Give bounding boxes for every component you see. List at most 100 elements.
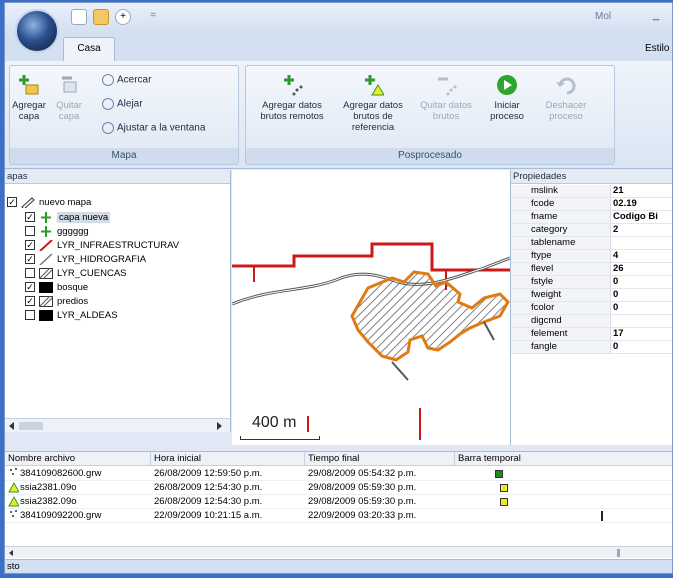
property-row[interactable]: fname Codigo Bi <box>511 211 672 224</box>
property-row[interactable]: felement 17 <box>511 328 672 341</box>
cell-end: 29/08/2009 05:54:32 p.m. <box>308 468 417 479</box>
properties-panel-header: Propiedades <box>511 170 672 184</box>
temporal-bar-mark <box>495 470 503 478</box>
table-row[interactable]: ssia2381.09o 26/08/2009 12:54:30 p.m. 29/0… <box>5 481 672 495</box>
hatch-symbol-icon <box>38 267 54 280</box>
zoom-out-button[interactable]: Alejar <box>102 98 143 110</box>
fill-black-symbol-icon <box>39 281 53 293</box>
layer-checkbox[interactable]: ✓ <box>25 240 35 251</box>
property-value: 02.19 <box>613 198 637 209</box>
property-row[interactable]: fcolor 0 <box>511 302 672 315</box>
group-label-mapa: Mapa <box>10 148 238 164</box>
ribbon: Agregar capa Quitar capa Acercar Alejar … <box>5 61 672 169</box>
property-row[interactable]: fcode 02.19 <box>511 198 672 211</box>
property-value: 21 <box>613 185 624 196</box>
property-row[interactable]: category 2 <box>511 224 672 237</box>
property-value: 0 <box>613 302 619 313</box>
layer-item[interactable]: ✓ LYR_HIDROGRAFIA <box>25 253 146 266</box>
minimize-button[interactable]: _ <box>653 9 659 21</box>
application-menu-button[interactable] <box>15 9 59 53</box>
zoom-in-button[interactable]: Acercar <box>102 74 151 86</box>
table-row[interactable]: 384109092200.grw 22/09/2009 10:21:15 a.m.… <box>5 509 672 523</box>
property-row[interactable]: flevel 26 <box>511 263 672 276</box>
property-key: category <box>511 224 611 236</box>
road-polyline <box>232 242 510 272</box>
cross-green-symbol-icon <box>39 225 53 237</box>
property-key: fweight <box>511 289 611 301</box>
layer-checkbox[interactable]: ✓ <box>25 282 35 293</box>
cell-name: ssia2382.09o <box>20 496 77 507</box>
layer-item[interactable]: gggggg <box>25 225 89 238</box>
property-row[interactable]: fangle 0 <box>511 341 672 354</box>
layer-checkbox[interactable]: ✓ <box>25 254 35 265</box>
property-row[interactable]: ftype 4 <box>511 250 672 263</box>
style-menu[interactable]: Estilo <box>645 43 669 54</box>
layer-item[interactable]: ✓ bosque <box>25 281 88 294</box>
layer-item[interactable]: LYR_CUENCAS <box>25 267 127 280</box>
quick-access-dropdown[interactable]: = <box>145 9 161 25</box>
properties-panel: Propiedades mslink 21 fcode 02.19 fname Codig… <box>510 170 672 445</box>
property-row[interactable]: tablename <box>511 237 672 250</box>
title-bar: + = Mol _ <box>5 3 672 33</box>
layer-label: bosque <box>57 282 89 293</box>
property-key: fstyle <box>511 276 611 288</box>
zoom-icon[interactable]: + <box>115 9 131 25</box>
layer-checkbox[interactable] <box>25 310 35 321</box>
raw-data-table: Nombre archivo Hora inicial Tiempo final… <box>5 451 672 561</box>
start-process-button[interactable]: Iniciar proceso <box>482 74 532 122</box>
property-value: 0 <box>613 289 619 300</box>
layer-item[interactable]: ✓ predios <box>25 295 88 308</box>
property-row[interactable]: fweight 0 <box>511 289 672 302</box>
map-pencil-icon <box>21 197 35 210</box>
add-remote-data-button[interactable]: Agregar datos brutos remotos <box>252 74 332 122</box>
cell-name: 384109082600.grw <box>20 468 102 479</box>
layer-item[interactable]: ✓ LYR_INFRAESTRUCTURAV <box>25 239 179 252</box>
table-horizontal-scrollbar[interactable] <box>5 546 672 558</box>
property-key: fcode <box>511 198 611 210</box>
layer-label: LYR_CUENCAS <box>57 268 127 279</box>
column-header-barra-temporal[interactable]: Barra temporal <box>455 452 672 466</box>
cell-name: 384109092200.grw <box>20 510 102 521</box>
property-key: ftype <box>511 250 611 262</box>
layer-root[interactable]: ✓ nuevo mapa <box>7 196 91 210</box>
add-reference-data-button[interactable]: Agregar datos brutos de referencia <box>340 74 406 133</box>
property-key: fname <box>511 211 611 223</box>
layers-panel: apas ✓ nuevo mapa ✓ capa nueva gggggg ✓ LYR_I… <box>5 170 231 432</box>
property-row[interactable]: fstyle 0 <box>511 276 672 289</box>
property-key: felement <box>511 328 611 340</box>
add-remote-icon <box>281 74 303 96</box>
layer-checkbox[interactable] <box>25 226 35 237</box>
fit-window-button[interactable]: Ajustar a la ventana <box>102 122 205 134</box>
open-folder-icon[interactable] <box>93 9 109 25</box>
tab-casa[interactable]: Casa <box>63 37 115 61</box>
column-header-nombre[interactable]: Nombre archivo <box>5 452 151 466</box>
table-row[interactable]: ssia2382.09o 26/08/2009 12:54:30 p.m. 29/0… <box>5 495 672 509</box>
remove-layer-button[interactable]: Quitar capa <box>54 74 84 122</box>
ribbon-tab-row: Casa Estilo <box>5 33 672 61</box>
layers-horizontal-scrollbar[interactable] <box>5 418 230 432</box>
layer-checkbox[interactable]: ✓ <box>25 212 35 223</box>
fill-black-symbol-icon <box>39 309 53 321</box>
property-row[interactable]: digcmd <box>511 315 672 328</box>
layer-label: LYR_ALDEAS <box>57 310 118 321</box>
layer-label: capa nueva <box>57 212 111 223</box>
cross-green-symbol-icon <box>39 211 53 223</box>
table-row[interactable]: 384109082600.grw 26/08/2009 12:59:50 p.m.… <box>5 467 672 481</box>
undo-process-button[interactable]: Deshacer proceso <box>538 74 594 122</box>
column-header-tiempo-final[interactable]: Tiempo final <box>305 452 455 466</box>
column-header-hora-inicial[interactable]: Hora inicial <box>151 452 305 466</box>
layer-item[interactable]: LYR_ALDEAS <box>25 309 118 322</box>
property-row[interactable]: mslink 21 <box>511 185 672 198</box>
map-canvas[interactable]: 400 m <box>231 170 511 445</box>
app-window: + = Mol _ Casa Estilo Agregar capa Quita… <box>4 2 673 574</box>
new-file-icon[interactable] <box>71 9 87 25</box>
remove-raw-data-button[interactable]: Quitar datos brutos <box>416 74 476 122</box>
root-checkbox[interactable]: ✓ <box>7 197 17 208</box>
parcel-polygon <box>350 270 510 362</box>
layer-checkbox[interactable]: ✓ <box>25 296 35 307</box>
property-value: 17 <box>613 328 624 339</box>
line-red-symbol-icon <box>39 239 53 252</box>
add-layer-button[interactable]: Agregar capa <box>12 74 46 122</box>
layer-item[interactable]: ✓ capa nueva <box>25 211 111 224</box>
layer-checkbox[interactable] <box>25 268 35 279</box>
